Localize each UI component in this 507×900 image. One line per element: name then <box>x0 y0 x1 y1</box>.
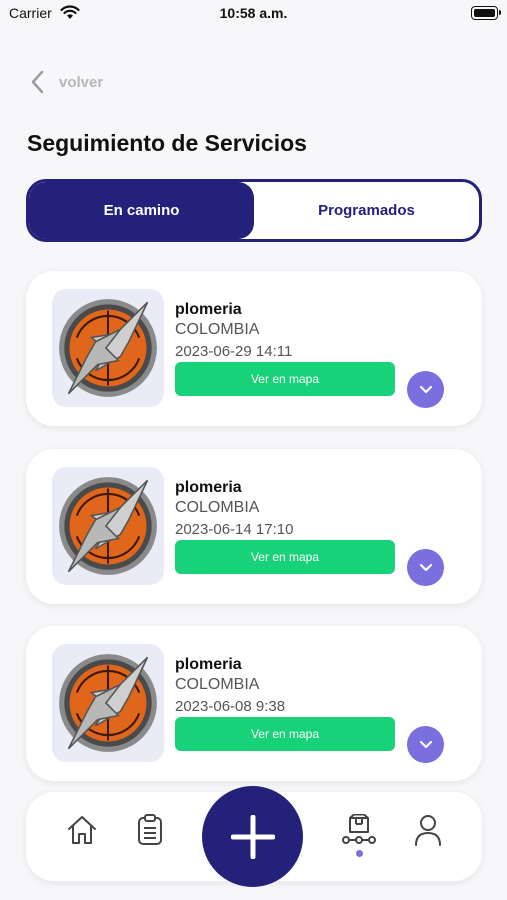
service-country: COLOMBIA <box>175 499 260 516</box>
service-logo-icon <box>59 477 157 575</box>
delivery-tracking-icon <box>342 813 376 844</box>
service-logo <box>52 289 164 407</box>
view-on-map-button[interactable]: Ver en mapa <box>175 717 395 751</box>
page-title: Seguimiento de Servicios <box>27 130 307 156</box>
nav-profile[interactable] <box>414 814 442 851</box>
tab-en-camino[interactable]: En camino <box>29 182 254 239</box>
service-logo <box>52 644 164 762</box>
battery-icon <box>471 6 501 20</box>
user-icon <box>415 815 441 846</box>
service-card: plomeria COLOMBIA 2023-06-14 17:10 Ver e… <box>26 449 482 604</box>
nav-orders[interactable] <box>136 814 164 851</box>
service-name: plomeria <box>175 301 242 318</box>
service-logo-icon <box>59 299 157 397</box>
active-nav-indicator <box>356 850 363 857</box>
service-country: COLOMBIA <box>175 321 260 338</box>
status-bar: Carrier 10:58 a.m. <box>0 0 507 30</box>
chevron-down-icon <box>419 563 432 572</box>
view-on-map-button[interactable]: Ver en mapa <box>175 362 395 396</box>
chevron-down-icon <box>419 385 432 394</box>
home-icon <box>68 816 96 844</box>
view-on-map-button[interactable]: Ver en mapa <box>175 540 395 574</box>
service-country: COLOMBIA <box>175 676 260 693</box>
plus-icon <box>230 814 275 859</box>
nav-tracking[interactable] <box>342 813 376 851</box>
back-label: volver <box>59 73 104 91</box>
service-logo-icon <box>59 654 157 752</box>
expand-button[interactable] <box>407 371 444 408</box>
service-name: plomeria <box>175 479 242 496</box>
tab-switcher: En camino Programados <box>26 179 482 242</box>
add-button[interactable] <box>202 786 303 887</box>
chevron-down-icon <box>419 740 432 749</box>
expand-button[interactable] <box>407 726 444 763</box>
clock: 10:58 a.m. <box>219 5 288 21</box>
service-logo <box>52 467 164 585</box>
tab-programados[interactable]: Programados <box>254 182 479 239</box>
nav-home[interactable] <box>66 814 98 851</box>
chevron-left-icon <box>31 70 44 94</box>
expand-button[interactable] <box>407 549 444 586</box>
back-button[interactable]: volver <box>30 70 103 94</box>
clipboard-icon <box>138 814 162 845</box>
service-card: plomeria COLOMBIA 2023-06-08 9:38 Ver en… <box>26 626 482 781</box>
service-datetime: 2023-06-29 14:11 <box>175 343 293 360</box>
service-card: plomeria COLOMBIA 2023-06-29 14:11 Ver e… <box>26 271 482 426</box>
service-name: plomeria <box>175 656 242 673</box>
service-datetime: 2023-06-14 17:10 <box>175 521 294 538</box>
service-datetime: 2023-06-08 9:38 <box>175 698 286 715</box>
